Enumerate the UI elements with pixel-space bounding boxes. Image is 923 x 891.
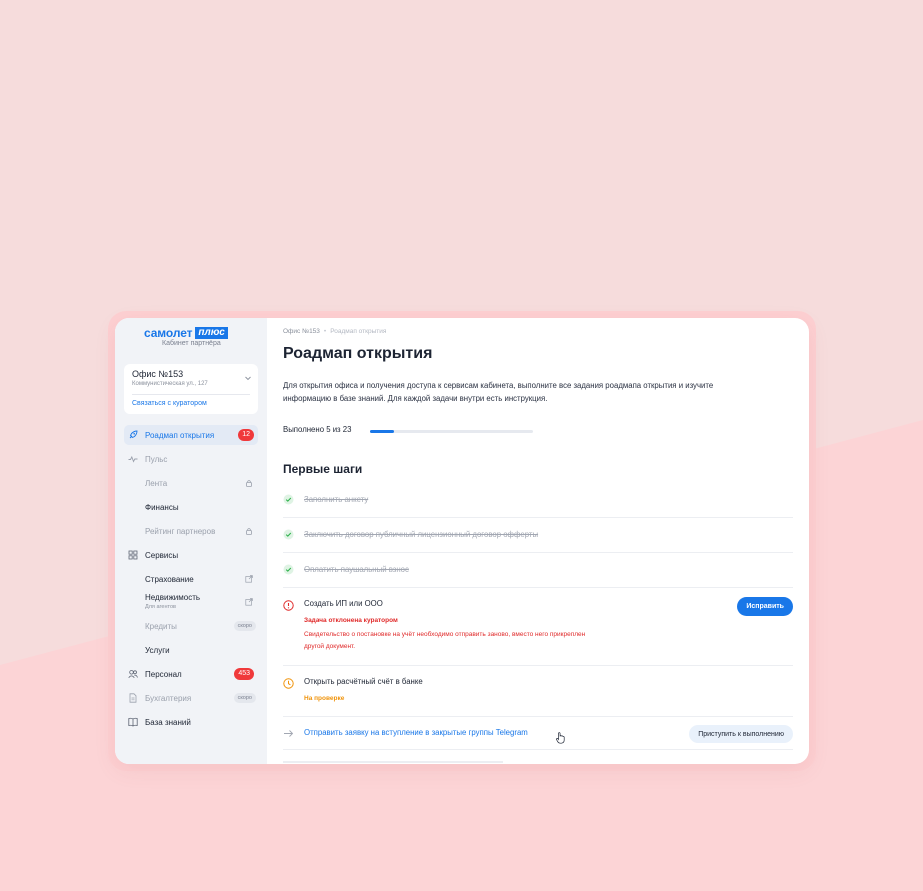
task-pay-fee[interactable]: Оплатить паушальный взнос <box>304 565 409 574</box>
breadcrumb-separator-icon: • <box>323 328 327 335</box>
clock-icon <box>283 678 294 689</box>
sidebar-item-services-list[interactable]: Услуги <box>124 640 258 660</box>
sidebar-item-label: Пульс <box>145 454 168 464</box>
main-content: Офис №153 • Роадмап открытия Роадмап откры… <box>267 318 809 764</box>
task-telegram-groups[interactable]: Отправить заявку на вступление в закрыты… <box>304 728 528 737</box>
people-icon <box>128 670 138 679</box>
office-name: Офис №153 <box>132 369 184 379</box>
breadcrumb-current: Роадмап открытия <box>330 328 387 335</box>
sidebar-item-label: База знаний <box>145 717 191 727</box>
divider <box>283 587 793 588</box>
arrow-right-icon <box>284 730 294 737</box>
soon-badge: скоро <box>233 621 256 631</box>
brand-logo[interactable]: самолет плюс Кабинет партнёра <box>144 326 240 347</box>
check-circle-icon <box>283 564 294 575</box>
logo-text: самолет <box>144 326 193 340</box>
rocket-icon <box>129 430 138 439</box>
soon-badge: скоро <box>233 693 256 703</box>
fix-button[interactable]: Исправить <box>737 597 793 616</box>
cabinet-subtitle: Кабинет партнёра <box>162 340 221 347</box>
progress-label: Выполнено 5 из 23 <box>283 425 352 434</box>
sidebar-item-label: Бухгалтерия <box>145 693 192 703</box>
office-address: Коммунистическая ул., 127 <box>132 381 208 387</box>
staff-count-badge: 453 <box>234 668 254 680</box>
pulse-icon <box>128 455 138 463</box>
divider <box>132 394 250 395</box>
external-link-icon <box>245 598 253 606</box>
roadmap-count-badge: 12 <box>238 429 254 441</box>
sidebar-item-pulse[interactable]: Пульс <box>124 449 258 469</box>
task-create-company[interactable]: Создать ИП или ООО <box>304 599 383 608</box>
task-status-review: На проверке <box>304 695 345 702</box>
document-icon <box>129 693 137 703</box>
breadcrumb: Офис №153 • Роадмап открытия <box>283 328 386 335</box>
sidebar-item-realty[interactable]: Недвижимость Для агентов <box>124 589 258 615</box>
divider <box>283 552 793 553</box>
external-link-icon <box>245 575 253 583</box>
page-intro: Для открытия офиса и получения доступа к… <box>283 381 714 403</box>
start-task-button[interactable]: Приступить к выполнению <box>689 725 793 743</box>
task-fill-form[interactable]: Заполнить анкету <box>304 495 368 504</box>
hand-cursor-icon <box>556 732 565 744</box>
sidebar-item-partner-rating[interactable]: Рейтинг партнеров <box>124 521 258 541</box>
task-status-rejected: Задача отклонена куратором <box>304 617 398 624</box>
sidebar-item-insurance[interactable]: Страхование <box>124 569 258 589</box>
sidebar-item-roadmap[interactable]: Роадмап открытия 12 <box>124 425 258 445</box>
divider <box>283 749 793 750</box>
breadcrumb-office-link[interactable]: Офис №153 <box>283 328 320 335</box>
next-task-placeholder <box>283 761 503 763</box>
task-open-account[interactable]: Открыть расчётный счёт в банке <box>304 677 423 686</box>
sidebar-item-label: Финансы <box>145 502 179 512</box>
progress-fill <box>370 430 395 433</box>
progress-bar <box>370 430 533 433</box>
sidebar-item-label: Сервисы <box>145 550 179 560</box>
page-title: Роадмап открытия <box>283 345 433 362</box>
chevron-down-icon[interactable] <box>244 374 252 382</box>
check-circle-icon <box>283 494 294 505</box>
section-title: Первые шаги <box>283 462 363 476</box>
contact-curator-link[interactable]: Связаться с куратором <box>132 400 207 407</box>
sidebar-item-label: Рейтинг партнеров <box>145 526 216 536</box>
sidebar-item-credits[interactable]: Кредиты скоро <box>124 616 258 636</box>
lock-icon <box>246 528 252 535</box>
sidebar-item-knowledge-base[interactable]: База знаний <box>124 712 258 732</box>
sidebar-item-label: Роадмап открытия <box>145 430 215 440</box>
sidebar-item-feed[interactable]: Лента <box>124 473 258 493</box>
sidebar-item-finance[interactable]: Финансы <box>124 497 258 517</box>
grid-icon <box>128 550 138 560</box>
alert-circle-icon <box>283 600 294 611</box>
task-rejection-note: Свидетельство о постановке на учёт необх… <box>304 631 586 650</box>
sidebar-item-label: Услуги <box>145 645 170 655</box>
book-icon <box>128 717 138 727</box>
sidebar-item-services[interactable]: Сервисы <box>124 545 258 565</box>
sidebar: самолет плюс Кабинет партнёра Офис №153 … <box>115 318 267 764</box>
sidebar-item-label: Страхование <box>145 574 194 584</box>
sidebar-item-staff[interactable]: Персонал 453 <box>124 664 258 684</box>
app-window: самолет плюс Кабинет партнёра Офис №153 … <box>115 318 809 764</box>
divider <box>283 716 793 717</box>
task-sign-contract[interactable]: Заключить договор публичный лицензионный… <box>304 530 538 539</box>
logo-badge: плюс <box>195 327 228 339</box>
sidebar-item-label: Персонал <box>145 669 182 679</box>
sidebar-item-accounting[interactable]: Бухгалтерия скоро <box>124 688 258 708</box>
sidebar-item-hint: Для агентов <box>145 604 176 610</box>
check-circle-icon <box>283 529 294 540</box>
sidebar-item-label: Кредиты <box>145 621 177 631</box>
divider <box>283 517 793 518</box>
office-selector[interactable]: Офис №153 Коммунистическая ул., 127 Связ… <box>124 364 258 414</box>
lock-icon <box>246 480 252 487</box>
sidebar-item-label: Недвижимость <box>145 593 201 602</box>
sidebar-item-label: Лента <box>145 478 168 488</box>
divider <box>283 665 793 666</box>
